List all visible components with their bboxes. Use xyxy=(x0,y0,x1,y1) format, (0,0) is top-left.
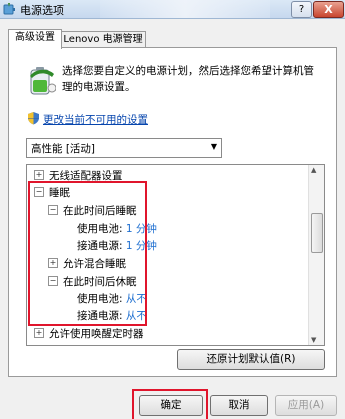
close-button[interactable]: X xyxy=(313,1,344,18)
tree-item-allow-wake-timers[interactable]: + 允许使用唤醒定时器 xyxy=(34,326,144,342)
window-title: 电源选项 xyxy=(20,4,64,17)
admin-shield-icon xyxy=(28,112,39,125)
chevron-down-icon: ▼ xyxy=(210,142,217,151)
scroll-up-arrow-icon[interactable]: ▲ xyxy=(311,166,316,174)
power-options-icon xyxy=(3,3,15,15)
help-button[interactable]: ? xyxy=(291,1,312,18)
tree-item-label: 允许使用唤醒定时器 xyxy=(49,328,144,340)
tab-advanced-settings[interactable]: 高级设置 xyxy=(8,29,62,49)
power-plan-selected-value: 高性能 [活动] xyxy=(31,143,96,155)
ok-button-highlight xyxy=(132,389,208,419)
tab-lenovo-power-management[interactable]: Lenovo 电源管理 xyxy=(60,31,146,48)
restore-defaults-button[interactable]: 还原计划默认值(R) xyxy=(177,349,325,370)
title-bar: 电源选项 ? X xyxy=(0,0,345,19)
cancel-button[interactable]: 取消 xyxy=(210,395,268,416)
power-options-window: 电源选项 ? X 高级设置 Lenovo 电源管理 选择您要自定义的电源计划，然… xyxy=(0,0,345,419)
apply-button[interactable]: 应用(A) xyxy=(275,395,337,416)
tree-scrollbar[interactable]: ▲ ▼ xyxy=(308,165,324,345)
sleep-settings-highlight xyxy=(28,181,147,326)
expand-icon[interactable]: + xyxy=(34,170,44,180)
title-bar-glass xyxy=(100,0,270,18)
expand-icon[interactable]: + xyxy=(34,328,44,338)
battery-plan-icon xyxy=(30,67,56,95)
scroll-thumb[interactable] xyxy=(311,213,323,253)
change-unavailable-settings-link[interactable]: 更改当前不可用的设置 xyxy=(43,112,148,127)
plan-description: 选择您要自定义的电源计划，然后选择您希望计算机管理的电源设置。 xyxy=(62,65,314,93)
power-plan-dropdown[interactable]: 高性能 [活动] ▼ xyxy=(26,138,222,158)
scroll-down-arrow-icon[interactable]: ▼ xyxy=(311,336,316,344)
